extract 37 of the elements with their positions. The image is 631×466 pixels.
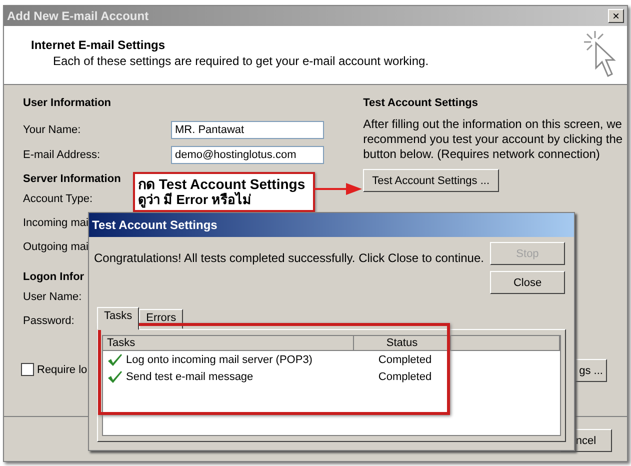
status-message: Congratulations! All tests completed successfully. Click Close to continue. bbox=[94, 251, 484, 267]
section-heading: Server Information bbox=[23, 173, 121, 185]
section-heading: Logon Infor bbox=[23, 271, 84, 283]
task-status: Completed bbox=[377, 370, 433, 382]
column-header[interactable]: Status bbox=[354, 336, 451, 351]
close-button[interactable]: Close bbox=[490, 271, 565, 294]
column-header[interactable]: Tasks bbox=[103, 336, 354, 351]
field-label: Account Type: bbox=[23, 193, 93, 207]
checkbox[interactable] bbox=[21, 363, 34, 376]
task-status: Completed bbox=[377, 354, 433, 366]
annotation-text: กด Test Account Settings bbox=[138, 176, 306, 192]
field-label: Your Name: bbox=[23, 124, 82, 136]
section-title: Internet E-mail Settings bbox=[31, 38, 166, 52]
field-label: Outgoing mai bbox=[23, 241, 88, 255]
field-label: E-mail Address: bbox=[23, 148, 102, 160]
text-field[interactable]: MR. Pantawat bbox=[171, 120, 324, 138]
section-heading: User Information bbox=[23, 97, 112, 109]
window-title: Add New E-mail Account bbox=[7, 9, 149, 23]
cursor-click-icon bbox=[583, 30, 617, 80]
description-text: After filling out the information on this screen, we recommend you test your account by clicking the button below. (Requires network connection) bbox=[363, 117, 624, 162]
arrow-icon bbox=[314, 183, 362, 195]
section-subtitle: Each of these settings are required to get your e-mail account working. bbox=[53, 54, 429, 68]
field-label: Password: bbox=[23, 315, 74, 329]
task-name: Log onto incoming mail server (POP3) bbox=[126, 354, 312, 366]
field-label: Incoming mai bbox=[23, 217, 88, 231]
section-heading: Test Account Settings bbox=[363, 97, 480, 109]
text-field[interactable]: demo@hostinglotus.com bbox=[171, 146, 324, 164]
field-label: User Name: bbox=[23, 291, 82, 305]
more-settings-button[interactable]: gs ... bbox=[575, 359, 607, 382]
tab[interactable]: Tasks bbox=[97, 307, 140, 330]
tab[interactable]: Errors bbox=[139, 309, 184, 329]
dialog-title: Test Account Settings bbox=[89, 213, 574, 237]
checkbox-label: Require lo bbox=[37, 364, 88, 376]
close-button[interactable]: × bbox=[608, 9, 624, 23]
annotation-text: ดูว่า มี Error หรือไม่ bbox=[138, 192, 252, 208]
task-name: Send test e-mail message bbox=[126, 370, 254, 382]
test-settings-button[interactable]: Test Account Settings ... bbox=[363, 169, 499, 192]
